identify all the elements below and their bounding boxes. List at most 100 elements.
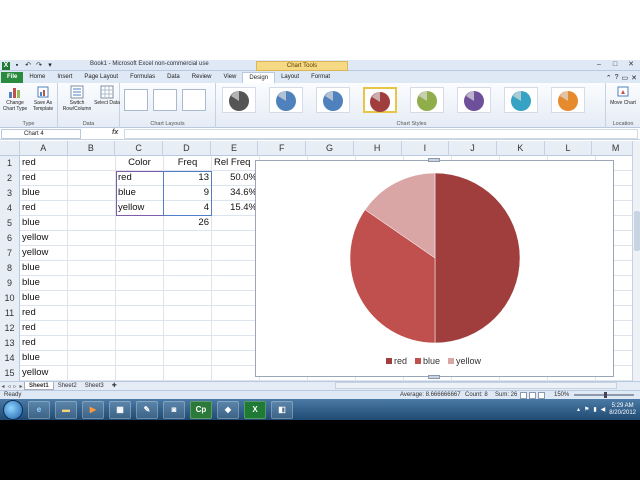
folder-icon[interactable]: ▬ (55, 400, 77, 419)
save-as-template-button[interactable]: Save As Template (30, 85, 56, 112)
cell-e[interactable]: 34.6% (212, 186, 260, 201)
formula-input[interactable] (124, 129, 638, 139)
vertical-scroll-thumb[interactable] (634, 211, 640, 251)
cell-b[interactable] (68, 186, 116, 201)
cell-b[interactable] (68, 201, 116, 216)
cell-e[interactable] (212, 246, 260, 261)
cell-a[interactable]: red (20, 306, 68, 321)
cell-a[interactable]: blue (20, 261, 68, 276)
captivate-icon[interactable]: Cp (190, 400, 212, 419)
column-header-i[interactable]: I (402, 141, 450, 156)
tab-home[interactable]: Home (23, 72, 51, 83)
tab-file[interactable]: File (1, 72, 24, 83)
minimize-icon[interactable]: – (592, 60, 606, 69)
help-icon[interactable]: ? (615, 74, 619, 81)
start-button-icon[interactable] (3, 399, 23, 420)
sheet-tab-1[interactable]: Sheet1 (24, 382, 54, 390)
cell-e[interactable] (212, 351, 260, 366)
legend-entry-yellow[interactable]: yellow (448, 356, 481, 366)
cell-d[interactable]: Freq (164, 156, 212, 171)
cell-c[interactable] (116, 291, 164, 306)
media-player-icon[interactable]: ▶ (82, 400, 104, 419)
cell-d[interactable] (164, 291, 212, 306)
sheet-tab-3[interactable]: Sheet3 (81, 382, 108, 390)
cell-d[interactable] (164, 261, 212, 276)
cell-c[interactable]: red (116, 171, 164, 186)
cell-b[interactable] (68, 171, 116, 186)
cell-c[interactable] (116, 216, 164, 231)
pie-chart[interactable]: red blue yellow (255, 158, 614, 379)
page-layout-view-icon[interactable] (529, 392, 536, 399)
redo-icon[interactable]: ↷ (35, 62, 43, 70)
row-header[interactable]: 12 (0, 321, 20, 336)
cell-a[interactable]: yellow (20, 246, 68, 261)
chart-style-1[interactable] (222, 87, 256, 113)
cell-a[interactable]: red (20, 336, 68, 351)
row-header[interactable]: 10 (0, 291, 20, 306)
maximize-icon[interactable]: □ (608, 60, 622, 69)
column-header-m[interactable]: M (592, 141, 632, 156)
camera-app-icon[interactable]: ◙ (163, 400, 185, 419)
cell-c[interactable] (116, 366, 164, 381)
cell-a[interactable]: blue (20, 351, 68, 366)
cell-e[interactable] (212, 276, 260, 291)
cell-a[interactable]: blue (20, 186, 68, 201)
recorder-app-icon[interactable]: ◆ (217, 400, 239, 419)
cell-a[interactable]: red (20, 156, 68, 171)
flag-icon[interactable]: ⚑ (584, 406, 589, 413)
cell-d[interactable] (164, 321, 212, 336)
cell-d[interactable]: 9 (164, 186, 212, 201)
row-header[interactable]: 8 (0, 261, 20, 276)
cell-d[interactable]: 26 (164, 216, 212, 231)
tab-formulas[interactable]: Formulas (124, 72, 161, 83)
row-header[interactable]: 3 (0, 186, 20, 201)
insert-function-icon[interactable]: fx (112, 129, 118, 136)
chart-style-6[interactable] (457, 87, 491, 113)
layout-2-thumb[interactable] (153, 89, 177, 111)
column-header-j[interactable]: J (449, 141, 497, 156)
network-icon[interactable]: ▮ (593, 406, 596, 413)
tab-insert[interactable]: Insert (51, 72, 78, 83)
chart-legend[interactable]: red blue yellow (386, 356, 481, 366)
insert-sheet-icon[interactable]: ✚ (108, 382, 121, 390)
column-header-b[interactable]: B (68, 141, 116, 156)
column-header-f[interactable]: F (258, 141, 307, 156)
chart-style-2[interactable] (269, 87, 303, 113)
cell-c[interactable] (116, 351, 164, 366)
cell-d[interactable] (164, 231, 212, 246)
cell-e[interactable] (212, 261, 260, 276)
row-header[interactable]: 5 (0, 216, 20, 231)
cell-e[interactable] (212, 306, 260, 321)
column-header-e[interactable]: E (211, 141, 259, 156)
tab-design[interactable]: Design (242, 72, 276, 83)
column-header-l[interactable]: L (545, 141, 593, 156)
cell-d[interactable] (164, 306, 212, 321)
cell-c[interactable]: yellow (116, 201, 164, 216)
pie-slice-red[interactable] (434, 172, 521, 344)
tray-arrow-icon[interactable]: ▴ (577, 406, 580, 413)
select-all-corner[interactable] (0, 141, 20, 156)
legend-entry-blue[interactable]: blue (415, 356, 440, 366)
row-header[interactable]: 6 (0, 231, 20, 246)
chart-style-4[interactable] (363, 87, 397, 113)
row-header[interactable]: 7 (0, 246, 20, 261)
chart-style-3[interactable] (316, 87, 350, 113)
cell-c[interactable] (116, 246, 164, 261)
row-header[interactable]: 9 (0, 276, 20, 291)
cell-c[interactable] (116, 276, 164, 291)
chart-resize-handle-bottom[interactable] (428, 375, 440, 379)
cell-c[interactable] (116, 231, 164, 246)
cell-d[interactable] (164, 246, 212, 261)
cell-b[interactable] (68, 246, 116, 261)
volume-icon[interactable]: ◀ (601, 406, 606, 413)
cell-d[interactable] (164, 336, 212, 351)
generic-app-icon[interactable]: ◧ (271, 400, 293, 419)
cell-e[interactable] (212, 336, 260, 351)
cell-b[interactable] (68, 306, 116, 321)
cell-c[interactable]: blue (116, 186, 164, 201)
normal-view-icon[interactable] (520, 392, 527, 399)
column-header-g[interactable]: G (306, 141, 354, 156)
cell-a[interactable]: yellow (20, 366, 68, 381)
cell-c[interactable] (116, 261, 164, 276)
cell-b[interactable] (68, 231, 116, 246)
